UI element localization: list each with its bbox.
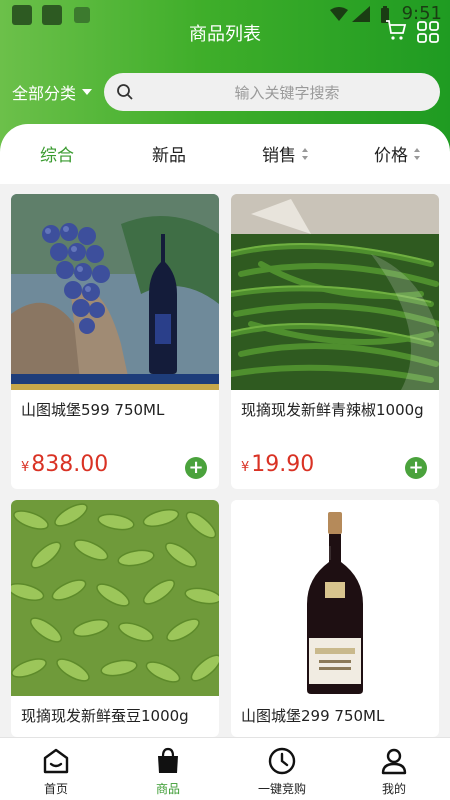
sort-tab-sales[interactable]: 销售	[262, 141, 308, 166]
sort-bar: 综合 新品 销售 价格	[0, 124, 450, 184]
product-name: 山图城堡299 750ML	[241, 707, 385, 725]
product-price: ¥838.00	[21, 452, 108, 477]
product-image	[11, 194, 219, 390]
grid-icon[interactable]	[416, 20, 440, 44]
price-value: 19.90	[251, 452, 315, 477]
sort-tab-price[interactable]: 价格	[374, 141, 420, 166]
search-icon	[117, 84, 133, 100]
sort-tab-comprehensive[interactable]: 综合	[40, 141, 74, 166]
sort-tab-label: 销售	[262, 146, 296, 166]
chevron-down-icon	[82, 89, 93, 95]
bottom-navigation: 首页 商品 一键竞购 我的	[0, 737, 450, 800]
category-dropdown-label: 全部分类	[12, 84, 77, 103]
sort-tab-label: 新品	[152, 146, 186, 166]
page-title: 商品列表	[189, 24, 261, 45]
currency-symbol: ¥	[21, 460, 30, 475]
add-to-cart-button[interactable]: +	[405, 457, 427, 479]
nav-item-home[interactable]: 首页	[0, 746, 112, 797]
price-value: 838.00	[31, 452, 109, 477]
nav-item-label: 首页	[43, 782, 68, 796]
sort-tab-label: 价格	[374, 146, 408, 166]
sort-arrows-icon	[414, 147, 420, 160]
product-image	[231, 194, 439, 390]
nav-item-profile[interactable]: 我的	[338, 746, 450, 797]
product-name: 现摘现发新鲜青辣椒1000g	[241, 401, 424, 419]
sort-arrows-icon	[302, 147, 308, 160]
nav-item-label: 商品	[155, 782, 180, 796]
user-icon	[381, 748, 407, 775]
nav-item-label: 我的	[381, 782, 406, 796]
product-card[interactable]: 山图城堡599 750ML ¥838.00 +	[11, 194, 219, 489]
sort-tab-new[interactable]: 新品	[152, 141, 186, 166]
nav-item-products[interactable]: 商品	[112, 746, 224, 797]
clock-icon	[268, 747, 296, 775]
sort-tab-label: 综合	[40, 146, 74, 166]
nav-item-auction[interactable]: 一键竞购	[226, 746, 338, 797]
search-input[interactable]: 输入关键字搜索	[104, 73, 440, 111]
product-name: 山图城堡599 750ML	[21, 401, 165, 419]
search-placeholder: 输入关键字搜索	[234, 83, 340, 102]
product-image	[11, 500, 219, 696]
category-dropdown[interactable]: 全部分类	[12, 80, 93, 104]
nav-item-label: 一键竞购	[257, 782, 306, 796]
cart-icon[interactable]	[384, 18, 408, 42]
product-card[interactable]: 现摘现发新鲜青辣椒1000g ¥19.90 +	[231, 194, 439, 489]
product-card[interactable]: 现摘现发新鲜蚕豆1000g	[11, 500, 219, 737]
shopping-bag-icon	[158, 747, 178, 773]
product-name: 现摘现发新鲜蚕豆1000g	[21, 707, 189, 725]
home-icon	[43, 748, 69, 774]
currency-symbol: ¥	[241, 460, 250, 475]
add-to-cart-button[interactable]: +	[185, 457, 207, 479]
product-card[interactable]: 山图城堡299 750ML	[231, 500, 439, 737]
product-image	[231, 500, 439, 696]
product-price: ¥19.90	[241, 452, 314, 477]
